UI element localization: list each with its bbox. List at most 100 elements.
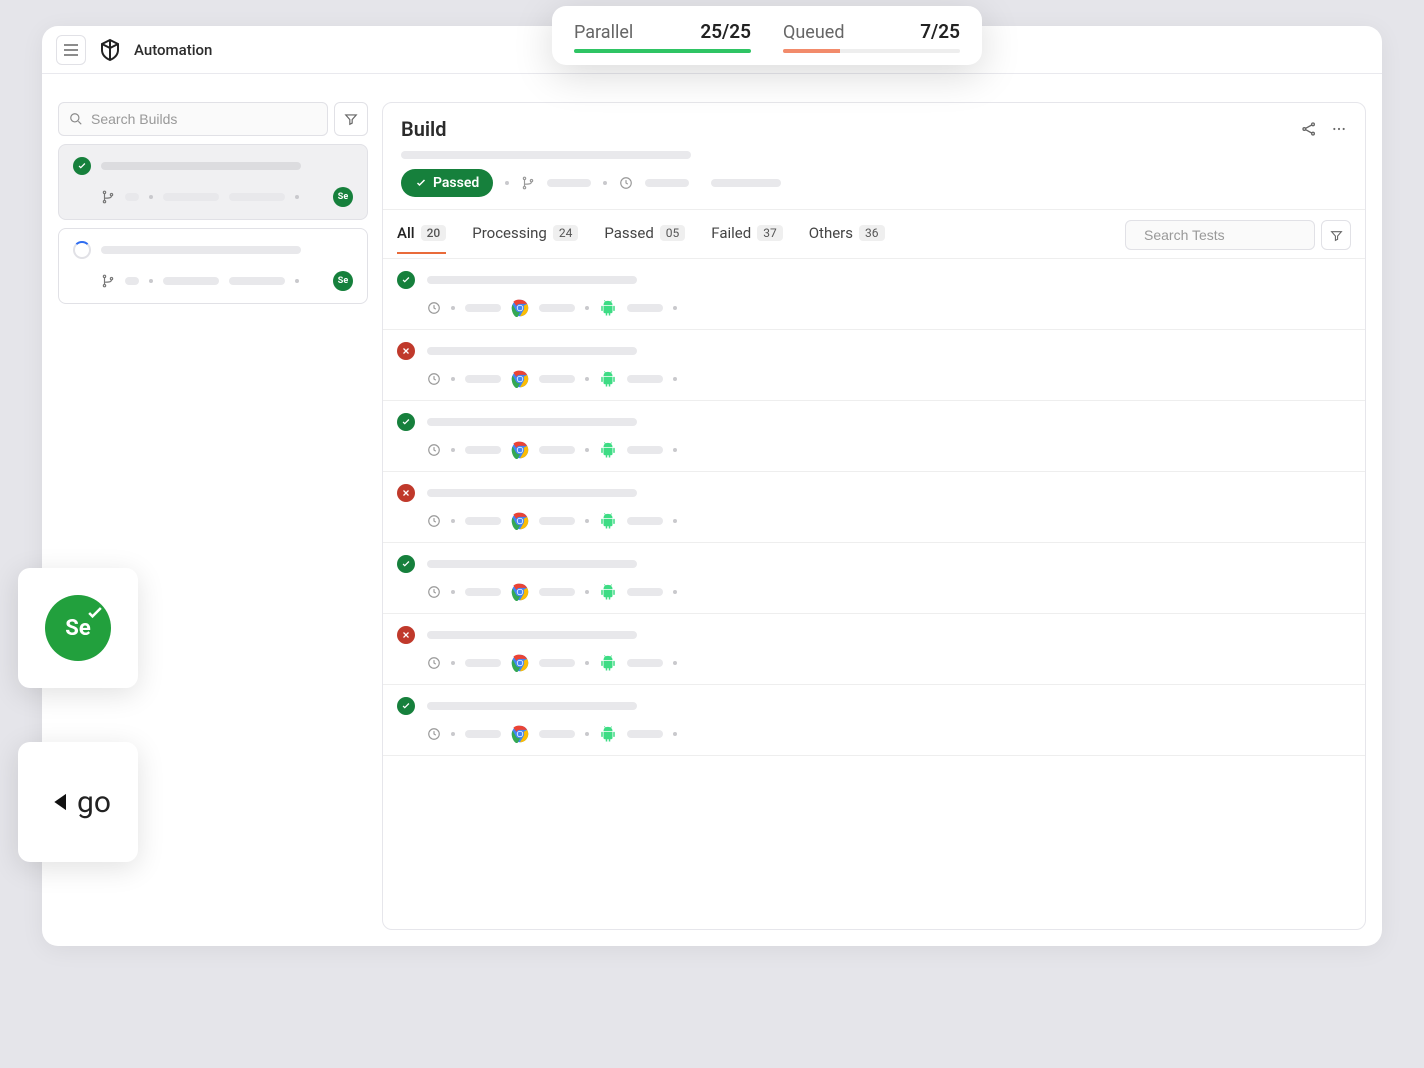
skeleton-line bbox=[427, 631, 637, 639]
status-label: Passed bbox=[433, 175, 479, 191]
dot-separator bbox=[673, 377, 677, 381]
android-icon bbox=[599, 441, 617, 459]
skeleton-line bbox=[427, 489, 637, 497]
skeleton-line bbox=[627, 659, 663, 667]
tab-passed[interactable]: Passed05 bbox=[604, 224, 685, 254]
share-icon[interactable] bbox=[1301, 121, 1317, 137]
dot-separator bbox=[673, 306, 677, 310]
tab-failed[interactable]: Failed37 bbox=[711, 224, 782, 254]
skeleton-line bbox=[427, 347, 637, 355]
body-area: Se Se bbox=[42, 74, 1382, 946]
status-pill: Passed bbox=[401, 169, 493, 197]
chrome-icon bbox=[511, 299, 529, 317]
test-row-line1 bbox=[397, 271, 1351, 289]
dot-separator bbox=[451, 377, 455, 381]
queued-bar bbox=[783, 49, 960, 53]
test-row[interactable] bbox=[383, 614, 1365, 685]
skeleton-line bbox=[101, 162, 301, 170]
skeleton-line bbox=[465, 588, 501, 596]
skeleton-line bbox=[627, 517, 663, 525]
dot-separator bbox=[673, 448, 677, 452]
parallel-bar bbox=[574, 49, 751, 53]
skeleton-line bbox=[627, 304, 663, 312]
skeleton-line bbox=[539, 446, 575, 454]
selenium-logo-icon: Se bbox=[45, 595, 111, 661]
status-failed-icon bbox=[397, 626, 415, 644]
skeleton-line bbox=[645, 179, 689, 187]
search-builds-input[interactable] bbox=[91, 111, 317, 127]
dot-separator bbox=[673, 661, 677, 665]
search-builds-box[interactable] bbox=[58, 102, 328, 136]
dot-separator bbox=[295, 279, 299, 283]
build-card-row bbox=[73, 157, 353, 175]
test-row-line2 bbox=[397, 654, 1351, 672]
test-row[interactable] bbox=[383, 401, 1365, 472]
more-icon[interactable] bbox=[1331, 121, 1347, 137]
skeleton-line bbox=[539, 730, 575, 738]
test-row-line2 bbox=[397, 512, 1351, 530]
parallel-status: Parallel 25/25 bbox=[574, 20, 751, 53]
test-row[interactable] bbox=[383, 259, 1365, 330]
test-row[interactable] bbox=[383, 472, 1365, 543]
test-row-line2 bbox=[397, 583, 1351, 601]
skeleton-line bbox=[627, 446, 663, 454]
test-row[interactable] bbox=[383, 685, 1365, 756]
skeleton-line bbox=[229, 277, 285, 285]
queued-status: Queued 7/25 bbox=[783, 20, 960, 53]
clock-icon bbox=[427, 585, 441, 599]
filter-tests-button[interactable] bbox=[1321, 220, 1351, 250]
filter-builds-button[interactable] bbox=[334, 102, 368, 136]
dot-separator bbox=[585, 377, 589, 381]
tab-processing[interactable]: Processing24 bbox=[472, 224, 578, 254]
branch-icon bbox=[521, 176, 535, 190]
clock-icon bbox=[427, 514, 441, 528]
build-card[interactable]: Se bbox=[58, 144, 368, 220]
android-icon bbox=[599, 583, 617, 601]
tab-all[interactable]: All20 bbox=[397, 224, 446, 254]
chrome-icon bbox=[511, 512, 529, 530]
skeleton-line bbox=[427, 418, 637, 426]
build-card-meta: Se bbox=[73, 271, 353, 291]
clock-icon bbox=[619, 176, 633, 190]
build-header: Build Passed bbox=[383, 103, 1365, 210]
tab-count: 36 bbox=[859, 225, 885, 241]
test-row-line2 bbox=[397, 370, 1351, 388]
selenium-badge: Se bbox=[333, 187, 353, 207]
clock-icon bbox=[427, 301, 441, 315]
test-row-line1 bbox=[397, 626, 1351, 644]
selenium-logo-card: Se bbox=[18, 568, 138, 688]
tabs-container: All20 Processing24 Passed05 Failed37 Others3… bbox=[397, 224, 885, 254]
clock-icon bbox=[427, 727, 441, 741]
skeleton-line bbox=[465, 730, 501, 738]
tabs-right bbox=[1125, 220, 1351, 258]
menu-button[interactable] bbox=[56, 35, 86, 65]
tab-count: 05 bbox=[660, 225, 686, 241]
skeleton-line bbox=[465, 659, 501, 667]
android-icon bbox=[599, 725, 617, 743]
chrome-icon bbox=[511, 654, 529, 672]
tab-others[interactable]: Others36 bbox=[809, 224, 885, 254]
build-status-row: Passed bbox=[401, 169, 1347, 197]
skeleton-line bbox=[427, 276, 637, 284]
tab-label: Failed bbox=[711, 224, 751, 242]
queued-value: 7/25 bbox=[920, 20, 960, 43]
parallel-value: 25/25 bbox=[700, 20, 751, 43]
test-row-line1 bbox=[397, 484, 1351, 502]
status-passed-icon bbox=[397, 697, 415, 715]
build-card[interactable]: Se bbox=[58, 228, 368, 304]
status-passed-icon bbox=[397, 271, 415, 289]
check-icon bbox=[415, 177, 427, 189]
search-tests-box[interactable] bbox=[1125, 220, 1315, 250]
build-actions bbox=[1301, 121, 1347, 137]
test-list bbox=[383, 259, 1365, 929]
test-row[interactable] bbox=[383, 330, 1365, 401]
test-row-line1 bbox=[397, 555, 1351, 573]
parallel-label: Parallel bbox=[574, 22, 633, 43]
search-tests-input[interactable] bbox=[1144, 227, 1325, 243]
build-title: Build bbox=[401, 117, 447, 141]
skeleton-line bbox=[627, 588, 663, 596]
test-row-line2 bbox=[397, 299, 1351, 317]
test-row[interactable] bbox=[383, 543, 1365, 614]
search-icon bbox=[69, 112, 83, 126]
android-icon bbox=[599, 654, 617, 672]
